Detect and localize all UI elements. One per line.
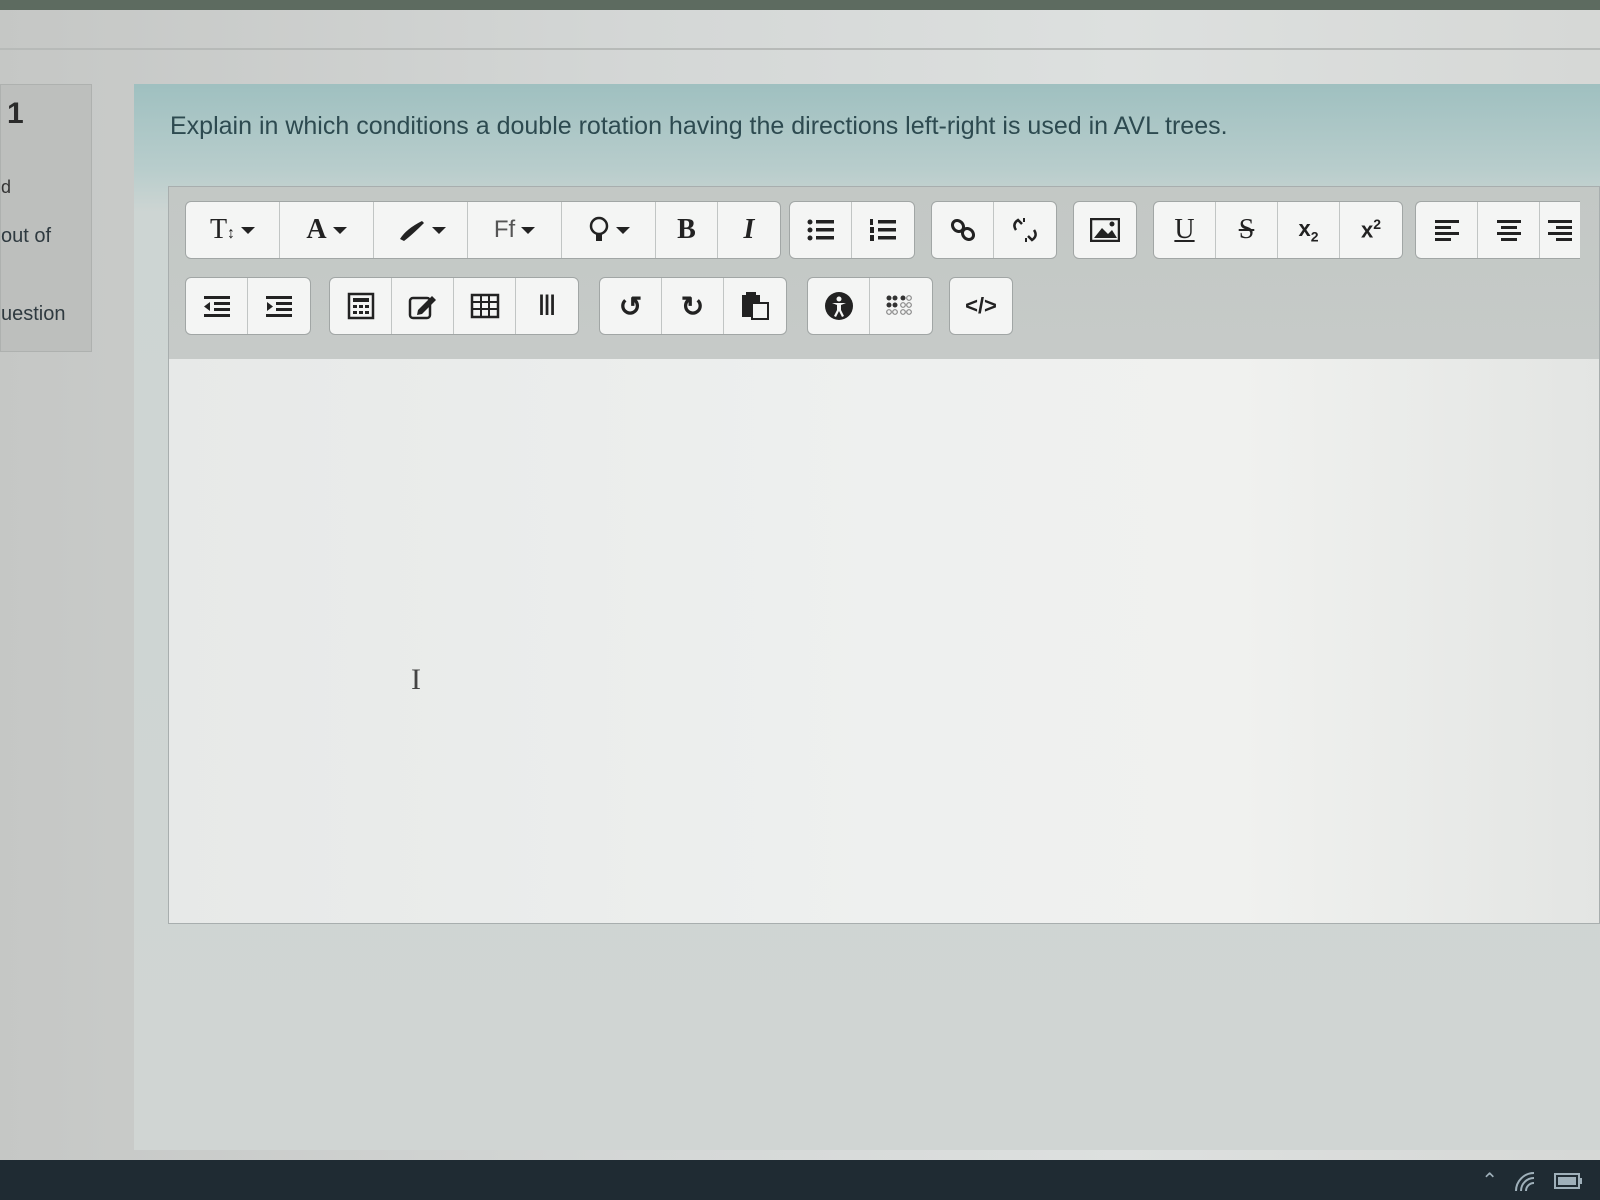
align-center-button[interactable] [1478,202,1540,258]
align-left-button[interactable] [1416,202,1478,258]
history-group: ↺ ↻ [599,277,787,335]
text-cursor-icon: I [411,663,421,696]
align-right-icon [1548,220,1572,241]
align-group [1415,201,1580,259]
html-source-button[interactable]: </> [950,278,1012,334]
question-text: Explain in which conditions a double rot… [170,112,1228,140]
insert-group: Ⅲ [329,277,579,335]
system-tray: ⌃ [1481,1168,1584,1193]
edit-button[interactable] [392,278,454,334]
lightbulb-icon [589,216,608,241]
wifi-icon[interactable] [1512,1169,1540,1193]
font-family-button[interactable]: Ff [468,202,562,258]
text-cursor-icon: Ⅲ [537,291,557,322]
outdent-button[interactable] [186,278,248,334]
table-button[interactable] [454,278,516,334]
flag-question-link[interactable]: uestion [1,303,66,326]
braille-icon [886,295,912,315]
indent-button[interactable] [248,278,310,334]
superscript-icon: x2 [1360,216,1382,243]
underline-icon: U [1174,214,1195,245]
screen-reader-helper-button[interactable] [870,278,932,334]
format-group: U S x2 x2 [1153,201,1403,259]
bold-icon: B [677,214,696,245]
font-family-icon: Ff [493,216,516,243]
chevron-down-icon [615,226,630,234]
edit-icon [408,296,436,320]
indent-icon [266,296,292,317]
battery-icon[interactable] [1554,1170,1584,1192]
taskbar: ⌃ [0,1160,1600,1200]
chevron-down-icon [332,226,347,234]
italic-button[interactable]: I [718,202,780,258]
code-icon: </> [965,293,997,318]
strikethrough-icon: S [1238,214,1255,245]
undo-icon: ↺ [618,290,643,322]
undo-button[interactable]: ↺ [600,278,662,334]
paragraph-styles-icon: T↕ [209,214,236,245]
unlink-icon [1013,218,1037,242]
editor-toolbar: T↕ A Ff B I U S x2 x2 Ⅲ ↺ ↻ </> [169,187,1599,360]
link-button[interactable] [932,202,994,258]
underline-button[interactable]: U [1154,202,1216,258]
unlink-button[interactable] [994,202,1056,258]
special-character-button[interactable]: Ⅲ [516,278,578,334]
align-left-icon [1434,220,1459,241]
chevron-down-icon [521,226,536,234]
source-group: </> [949,277,1013,335]
question-mark: out of [1,225,52,247]
link-icon [950,218,975,242]
link-group [931,201,1057,259]
italic-icon: I [743,214,755,245]
accessibility-checker-button[interactable] [808,278,870,334]
paste-icon [742,292,769,320]
indent-group [185,277,311,335]
image-group [1073,201,1137,259]
ordered-list-button[interactable] [852,202,914,258]
redo-button[interactable]: ↻ [662,278,724,334]
subscript-button[interactable]: x2 [1278,202,1340,258]
unordered-list-icon [807,219,834,241]
bold-button[interactable]: B [656,202,718,258]
ordered-list-icon [870,219,896,241]
font-color-button[interactable]: A [280,202,374,258]
style-group: T↕ A Ff B I [185,201,781,259]
paste-button[interactable] [724,278,786,334]
list-group [789,201,915,259]
accessibility-icon [824,292,853,320]
paragraph-styles-button[interactable]: T↕ [186,202,280,258]
table-icon [470,293,499,319]
font-color-icon: A [306,214,327,245]
editor-content-area[interactable]: I [169,359,1599,923]
insert-image-button[interactable] [1074,202,1136,258]
question-number: 1 [7,97,24,130]
outdent-icon [203,296,230,317]
background-color-button[interactable] [374,202,468,258]
browser-top-edge [0,0,1600,10]
accessibility-group [807,277,933,335]
equation-editor-button[interactable] [330,278,392,334]
question-state: d [1,177,12,197]
tips-button[interactable] [562,202,656,258]
question-info-panel: 1 d out of uestion [0,84,92,352]
image-icon [1090,218,1120,242]
chevron-up-icon[interactable]: ⌃ [1481,1168,1498,1193]
divider [0,48,1600,50]
rich-text-editor: T↕ A Ff B I U S x2 x2 Ⅲ ↺ ↻ </> I [168,186,1600,924]
redo-icon: ↻ [680,290,705,322]
subscript-icon: x2 [1298,215,1319,245]
chevron-down-icon [431,226,446,234]
superscript-button[interactable]: x2 [1340,202,1402,258]
chevron-down-icon [241,226,256,234]
calculator-icon [347,292,374,320]
align-center-icon [1496,220,1521,241]
unordered-list-button[interactable] [790,202,852,258]
strikethrough-button[interactable]: S [1216,202,1278,258]
paintbrush-icon [399,221,424,241]
align-right-button[interactable] [1540,202,1580,258]
